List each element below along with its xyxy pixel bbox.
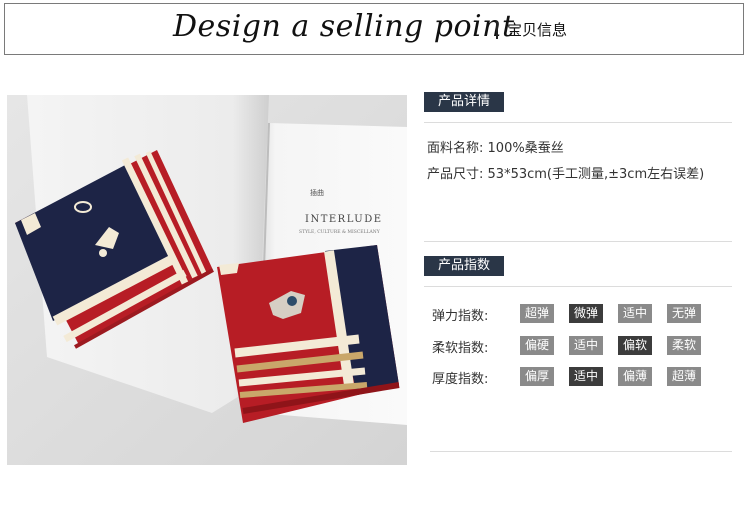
- details-divider: [424, 122, 732, 123]
- header-divider: [496, 21, 498, 39]
- softness-option-soft: 柔软: [667, 336, 702, 355]
- elasticity-index-label: 弹力指数:: [432, 309, 489, 324]
- indices-divider: [424, 286, 732, 287]
- softness-option-softish: 偏软: [618, 336, 653, 355]
- thickness-index-label: 厚度指数:: [432, 372, 489, 387]
- indices-bottom-divider: [430, 451, 732, 452]
- book-title: INTERLUDE: [305, 214, 383, 225]
- book-title-small: 插曲: [310, 188, 324, 197]
- softness-option-stiff: 偏硬: [520, 336, 555, 355]
- softness-option-moderate: 适中: [569, 336, 604, 355]
- header-subtitle: 宝贝信息: [507, 21, 568, 39]
- details-bottom-divider: [424, 241, 732, 242]
- elasticity-option-moderate: 适中: [618, 304, 653, 323]
- section-header: Design a selling point 宝贝信息: [4, 3, 744, 55]
- size-label: 产品尺寸:: [427, 167, 484, 182]
- material-line: 面料名称: 100%桑蚕丝: [427, 136, 564, 162]
- elasticity-option-super-stretch: 超弹: [520, 304, 555, 323]
- thickness-option-thin: 偏薄: [618, 367, 653, 386]
- elasticity-option-no-stretch: 无弹: [667, 304, 702, 323]
- header-script-title: Design a selling point: [173, 9, 515, 44]
- thickness-option-ultra-thin: 超薄: [667, 367, 702, 386]
- material-label: 面料名称:: [427, 141, 484, 156]
- product-photo: 插曲 INTERLUDE STYLE, CULTURE & MISCELLANY: [7, 95, 407, 465]
- size-value: 53*53cm(手工测量,±3cm左右误差): [487, 167, 705, 182]
- details-section-badge: 产品详情: [424, 92, 505, 112]
- book-subtitle: STYLE, CULTURE & MISCELLANY: [299, 229, 381, 235]
- softness-index-label: 柔软指数:: [432, 341, 489, 356]
- material-value: 100%桑蚕丝: [487, 141, 564, 156]
- thickness-option-thick: 偏厚: [520, 367, 555, 386]
- elasticity-option-slight-stretch: 微弹: [569, 304, 604, 323]
- size-line: 产品尺寸: 53*53cm(手工测量,±3cm左右误差): [427, 162, 737, 188]
- indices-section-badge: 产品指数: [424, 256, 505, 276]
- thickness-option-moderate: 适中: [569, 367, 604, 386]
